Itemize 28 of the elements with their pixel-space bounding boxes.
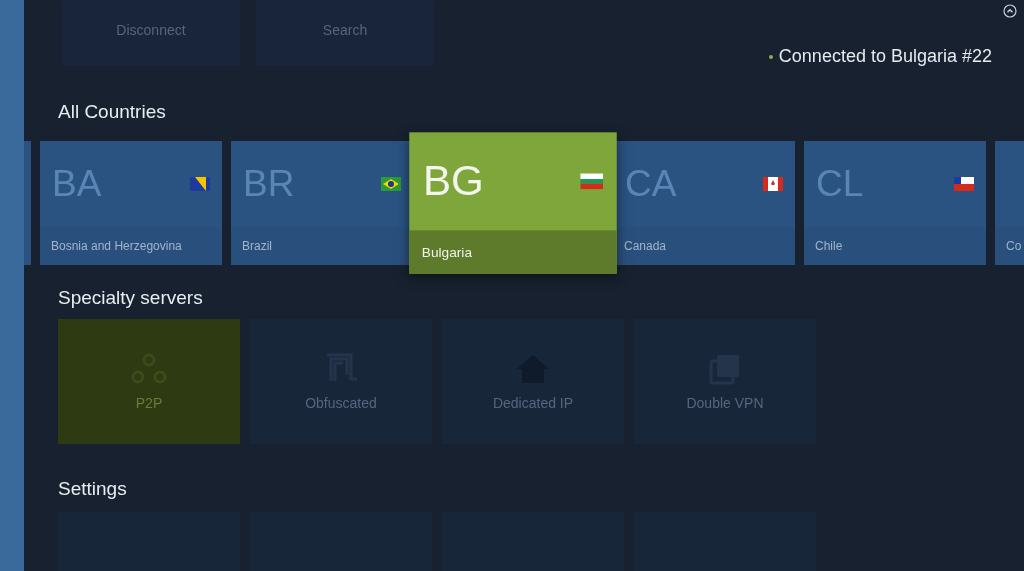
server-tile[interactable]: Double VPN — [634, 319, 816, 444]
server-tile[interactable]: Obfuscated — [250, 319, 432, 444]
server-tile[interactable]: P2P — [58, 319, 240, 444]
country-name: Co — [995, 227, 1024, 265]
connection-status: Connected to Bulgaria #22 — [778, 46, 992, 67]
flag-icon — [580, 173, 604, 190]
partial-country-tile[interactable] — [24, 141, 31, 265]
flag-icon — [190, 177, 210, 191]
country-name: Bosnia and Herzegovina — [40, 227, 222, 265]
server-label: Dedicated IP — [492, 394, 574, 411]
server-tile[interactable]: Dedicated IP — [442, 319, 624, 444]
country-code: BG — [422, 157, 484, 206]
country-tile[interactable]: BG Bulgaria — [409, 132, 617, 274]
section-title: All Countries — [58, 101, 167, 123]
server-label: Double VPN — [686, 394, 764, 411]
country-name: Bulgaria — [409, 230, 617, 274]
section-title: Specialty servers — [58, 287, 204, 309]
flag-icon — [763, 177, 783, 191]
country-name: Chile — [804, 227, 986, 265]
country-tile[interactable]: Co — [995, 141, 1024, 265]
server-label: P2P — [135, 394, 163, 411]
section-title: Settings — [58, 478, 128, 500]
server-label: Obfuscated — [305, 394, 377, 411]
action-tile[interactable]: Disconnect — [62, 0, 240, 66]
flag-icon — [954, 177, 974, 191]
collapse-icon[interactable] — [1003, 4, 1017, 18]
flag-icon — [381, 177, 401, 191]
action-tile[interactable]: Search — [256, 0, 434, 66]
